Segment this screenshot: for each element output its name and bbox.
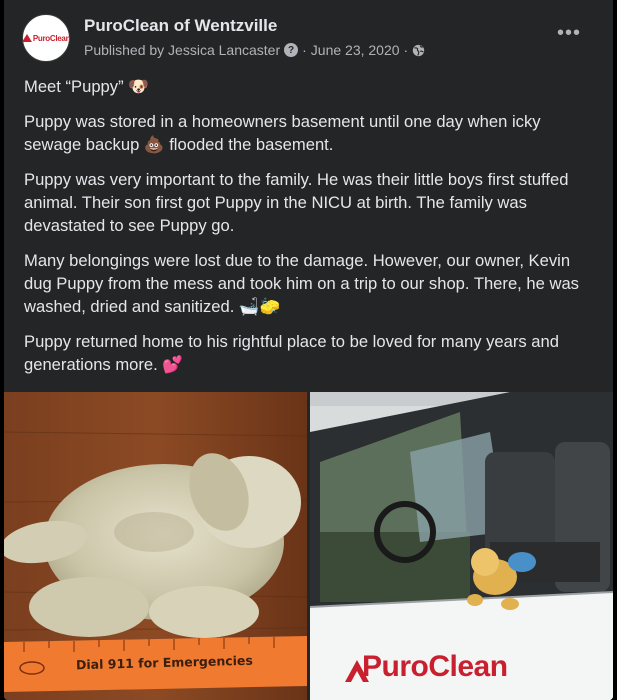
facebook-post: PuroClean PuroClean of Wentzville Publis… [4,0,613,700]
post-header: PuroClean PuroClean of Wentzville Publis… [21,14,599,62]
avatar-logo-text: PuroClean [32,33,71,43]
post-meta: Published by Jessica Lancaster ? · June … [84,42,425,58]
van-window-photo[interactable]: PuroClean [310,392,613,700]
post-paragraph: Puppy returned home to his rightful plac… [24,332,559,374]
globe-icon[interactable] [412,44,425,57]
stuffed-puppy-photo[interactable]: Dial 911 for Emergencies [4,392,307,700]
post-paragraph: Meet “Puppy” 🐶 [24,77,149,96]
logo-triangle-icon [21,34,32,42]
post-body: Meet “Puppy” 🐶 Puppy was stored in a hom… [24,75,593,388]
published-by-text: Published by Jessica Lancaster [84,42,281,58]
puppy-on-wood-illustration [4,392,307,700]
photo-grid: Dial 911 for Emergencies PuroClean [4,392,613,700]
post-paragraph: Many belongings were lost due to the dam… [24,251,579,316]
post-date-link[interactable]: June 23, 2020 [311,42,400,58]
meta-separator: · [302,42,307,58]
van-logo-text: PuroClean [362,650,508,683]
puroclean-logo: PuroClean [21,33,71,43]
page-avatar[interactable]: PuroClean [21,14,71,62]
help-icon[interactable]: ? [284,43,299,57]
puroclean-van-logo: PuroClean [362,650,508,684]
post-paragraph: Puppy was stored in a homeowners basemen… [24,112,541,154]
meta-separator-2: · [403,42,409,58]
post-paragraph: Puppy was very important to the family. … [24,170,569,235]
page-name-link[interactable]: PuroClean of Wentzville [84,16,277,36]
more-options-icon[interactable]: ••• [557,23,581,43]
